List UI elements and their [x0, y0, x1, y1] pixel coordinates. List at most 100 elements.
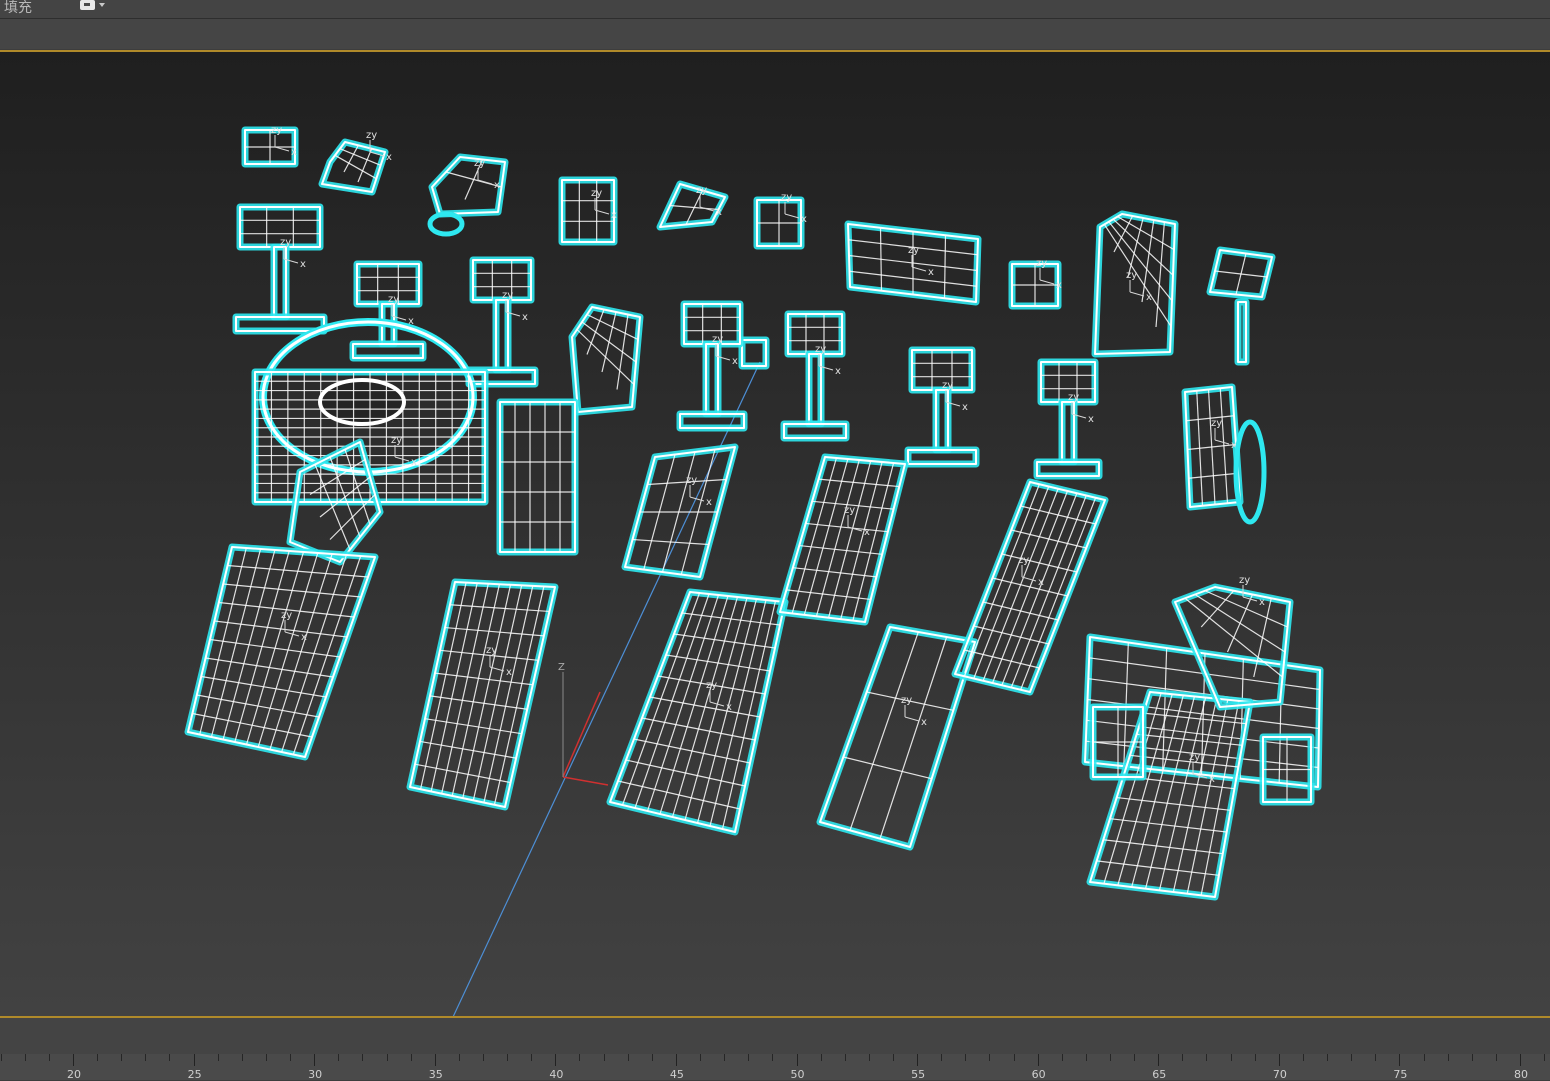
device-xray-panel	[558, 176, 618, 246]
bed-electric-grid	[424, 718, 522, 735]
gizmo-x-axis	[394, 456, 410, 462]
ruler-tick	[965, 1054, 967, 1061]
ruler-tick	[290, 1054, 292, 1061]
ruler-tick	[217, 1054, 219, 1061]
bed-icu-grid	[196, 694, 320, 718]
ruler-tick	[917, 1054, 919, 1066]
stand-ventilator-b-base	[780, 420, 850, 442]
stand-monitor-a-base	[232, 313, 328, 335]
device-iv-pole	[1234, 298, 1250, 366]
gizmo-label: x	[386, 152, 392, 163]
ruler-tick	[1302, 1054, 1304, 1061]
bed-icu-grid	[201, 675, 327, 698]
scene-origin-cube	[738, 336, 770, 370]
ct-gantry-bore	[318, 378, 406, 426]
ruler-label: 35	[428, 1068, 443, 1081]
fill-swatch-icon	[80, 0, 95, 10]
ruler-tick	[1158, 1054, 1160, 1066]
gizmo-label: zy	[502, 290, 513, 301]
secondary-toolbar	[0, 19, 1550, 49]
gizmo-label: zy	[486, 645, 497, 656]
bed-ward-grid	[1136, 733, 1243, 746]
ruler-tick	[820, 1054, 822, 1061]
ruler-tick	[627, 1054, 629, 1061]
ruler-tick	[314, 1054, 316, 1066]
ruler-label: 40	[549, 1068, 564, 1081]
ruler-label: 80	[1514, 1068, 1528, 1081]
bed-hospital-a-grid	[641, 717, 756, 741]
bed-stretcher-grid	[849, 631, 919, 831]
device-xray-panel-core	[561, 179, 615, 243]
ruler-label: 70	[1272, 1068, 1287, 1081]
gizmo-label: zy	[815, 344, 826, 355]
ruler-tick	[1134, 1054, 1136, 1061]
ruler-tick	[121, 1054, 123, 1061]
fill-dropdown[interactable]	[80, 0, 112, 12]
ruler-label: 25	[187, 1068, 202, 1081]
gizmo-x-axis	[784, 213, 800, 219]
bed-stretcher	[816, 623, 979, 851]
table-operating-grid	[973, 625, 1049, 645]
ruler-tick	[868, 1054, 870, 1061]
stand-monitor-d-base	[904, 446, 980, 468]
gizmo-label: x	[411, 457, 417, 468]
gizmo-label: x	[962, 402, 968, 413]
ruler-tick	[651, 1054, 653, 1061]
ruler-tick	[434, 1054, 436, 1066]
gizmo-label: zy	[781, 192, 792, 203]
bed-stretcher-grid	[879, 636, 948, 839]
gizmo-label: zy	[271, 125, 282, 136]
ruler-tick	[1471, 1054, 1473, 1061]
ruler-tick	[579, 1054, 581, 1061]
device-printer-grid	[357, 148, 373, 183]
table-surgical-grid	[786, 589, 871, 601]
bed-stretcher-grid	[843, 756, 932, 780]
gizmo-x-axis	[1039, 279, 1055, 285]
gizmo-label: zy	[281, 610, 292, 621]
time-ruler[interactable]: 20 25 30 35 40 45 50 55 60 65 70 75 80	[0, 1054, 1550, 1081]
device-wheelchair-grid	[1155, 221, 1165, 328]
gizmo-label: x	[1209, 774, 1215, 785]
gizmo-label: x	[291, 147, 297, 158]
gizmo-label: zy	[1189, 752, 1200, 763]
bed-icu-grid	[205, 657, 334, 678]
ruler-label: 55	[911, 1068, 926, 1081]
track-bar[interactable]	[0, 1018, 1550, 1055]
device-surgical-lamp	[1171, 583, 1294, 711]
table-operating-grid	[982, 601, 1059, 621]
device-cart	[496, 398, 579, 556]
bed-ward-grid	[1172, 698, 1218, 893]
gizmo-label: x	[300, 259, 306, 270]
bed-ward-grid	[1109, 818, 1227, 833]
bed-icu-grid	[269, 553, 333, 750]
ruler-tick	[1447, 1054, 1449, 1061]
gizmo-label: zy	[706, 680, 717, 691]
gizmo-label: x	[835, 366, 841, 377]
ruler-label: 65	[1152, 1068, 1167, 1081]
ruler-tick	[772, 1054, 774, 1061]
bed-electric-grid	[493, 586, 545, 805]
ruler-label: 30	[308, 1068, 323, 1081]
scene-axis-red	[562, 691, 601, 778]
gizmo-x-axis	[274, 146, 290, 152]
table-operating-grid	[964, 649, 1040, 669]
gizmo-label: zy	[391, 435, 402, 446]
ruler-tick	[386, 1054, 388, 1061]
perspective-viewport[interactable]: Zzy x zy x zy x zy x zy x zy x zy x zy x zy x zy x zy x zy x zy x…	[0, 50, 1550, 1018]
ruler-tick	[73, 1054, 74, 1066]
chevron-down-icon	[99, 3, 105, 7]
gizmo-label: zy	[942, 380, 953, 391]
ruler-tick	[0, 1054, 2, 1061]
bed-ward-grid	[1096, 860, 1219, 876]
gizmo-label: zy	[712, 334, 723, 345]
ruler-tick	[1085, 1054, 1087, 1061]
axis-label-z: Z	[558, 662, 565, 673]
ruler-tick	[1495, 1054, 1497, 1061]
gizmo-label: zy	[388, 294, 399, 305]
gizmo-label: zy	[1018, 555, 1029, 566]
bed-ward-grid	[1158, 697, 1207, 891]
gizmo-label: x	[732, 356, 738, 367]
gizmo-label: x	[706, 497, 712, 508]
table-surgical-grid	[803, 458, 849, 616]
gizmo-label: x	[726, 702, 732, 713]
